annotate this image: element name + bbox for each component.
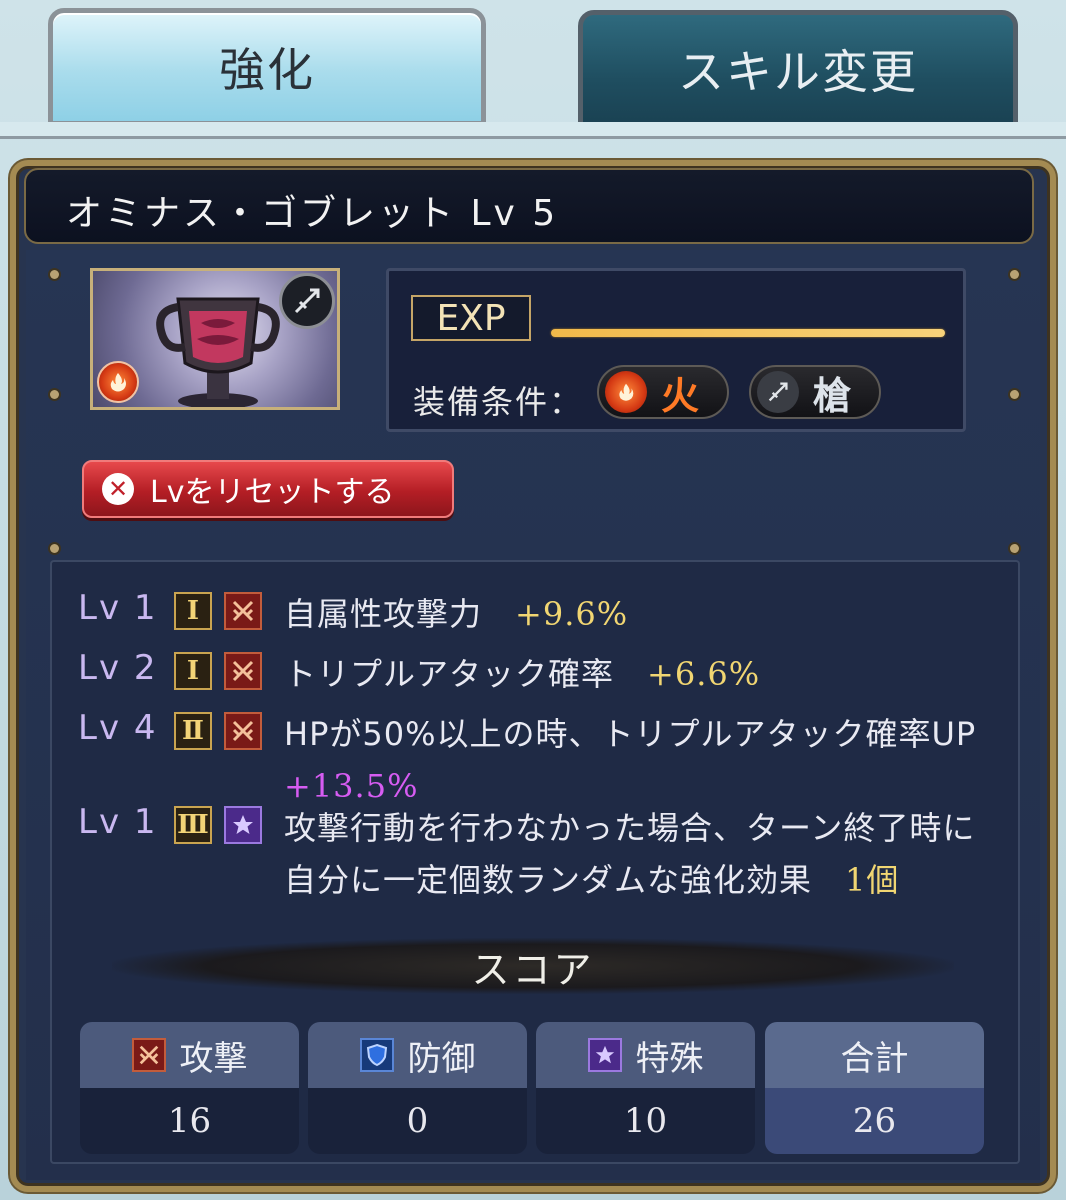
score-title: スコア [112,938,954,994]
shield-icon [359,1038,394,1072]
tab-strip [0,122,1066,139]
tab-enhance[interactable]: 強化 [48,8,486,126]
score-label: 特殊 [635,1038,704,1079]
item-title-bar: オミナス・ゴブレット Lv 5 [24,168,1034,244]
score-title-label: スコア [471,947,595,992]
skill-level: Lv 1 [78,588,158,628]
score-header: 合計 [765,1022,984,1088]
skill-text: HPが50%以上の時、トリプルアタック確率UP +13.5% [284,708,984,812]
rivet [1010,270,1019,279]
rank-icon: Ⅲ [174,806,212,844]
skill-level: Lv 4 [78,708,158,748]
skill-text: トリプルアタック確率 +6.6% [284,648,984,700]
skill-value: 1個 [845,861,900,899]
item-name: オミナス・ゴブレット Lv 5 [66,193,559,234]
star-icon [587,1038,622,1072]
rivet [50,390,59,399]
item-thumbnail [90,268,340,410]
score-table: 攻撃 16 防御 0 特殊 10 合計 26 [80,1022,984,1156]
score-header: 特殊 [536,1022,755,1088]
rivet [50,544,59,553]
item-info-panel: EXP 装備条件： 火 槍 [386,268,966,432]
skill-text: 攻撃行動を行わなかった場合、ターン終了時に自分に一定個数ランダムな強化効果 1個 [284,802,984,906]
score-header: 防御 [308,1022,527,1088]
close-icon: ✕ [102,473,134,505]
skill-text: 自属性攻撃力 +9.6% [284,588,984,640]
equip-condition-spear-label: 槍 [813,373,852,418]
skill-description: 自属性攻撃力 [284,595,483,633]
score-value: 26 [765,1088,984,1154]
tab-skill-change-label: スキル変更 [678,45,918,99]
rank-icon: Ⅰ [174,592,212,630]
reset-level-label: Lvをリセットする [150,475,395,510]
equip-condition-fire-label: 火 [661,373,700,418]
rivet [1010,390,1019,399]
score-label: 合計 [840,1038,909,1079]
tab-skill-change[interactable]: スキル変更 [578,10,1018,128]
skill-level: Lv 2 [78,648,158,688]
star-icon [224,806,262,844]
attack-icon [224,712,262,750]
equip-condition-fire: 火 [597,365,729,419]
skill-value: +13.5% [284,767,419,805]
rivet [50,270,59,279]
score-value: 0 [308,1088,527,1154]
rivet [1010,544,1019,553]
score-special: 特殊 10 [536,1022,755,1156]
score-defense: 防御 0 [308,1022,527,1156]
spear-icon [757,371,799,413]
reset-level-button[interactable]: ✕ Lvをリセットする [82,460,454,518]
equip-condition-spear: 槍 [749,365,881,419]
rank-icon: Ⅰ [174,652,212,690]
spear-icon [279,273,335,329]
skill-description: HPが50%以上の時、トリプルアタック確率UP [284,715,977,753]
fire-icon [605,371,647,413]
score-header: 攻撃 [80,1022,299,1088]
skill-value: +9.6% [515,595,629,633]
tab-enhance-label: 強化 [219,43,315,97]
score-value: 16 [80,1088,299,1154]
score-label: 攻撃 [179,1038,248,1079]
skill-description: トリプルアタック確率 [284,655,615,693]
skill-level: Lv 1 [78,802,158,842]
score-total: 合計 26 [765,1022,984,1156]
fire-icon [97,361,139,403]
attack-icon [224,592,262,630]
score-attack: 攻撃 16 [80,1022,299,1156]
exp-label: EXP [411,295,531,341]
rank-icon: Ⅱ [174,712,212,750]
score-label: 防御 [407,1038,476,1079]
equip-condition-label: 装備条件： [413,383,584,421]
exp-bar [551,329,945,337]
skill-value: +6.6% [647,655,761,693]
score-value: 10 [536,1088,755,1154]
attack-icon [224,652,262,690]
attack-icon [131,1038,166,1072]
